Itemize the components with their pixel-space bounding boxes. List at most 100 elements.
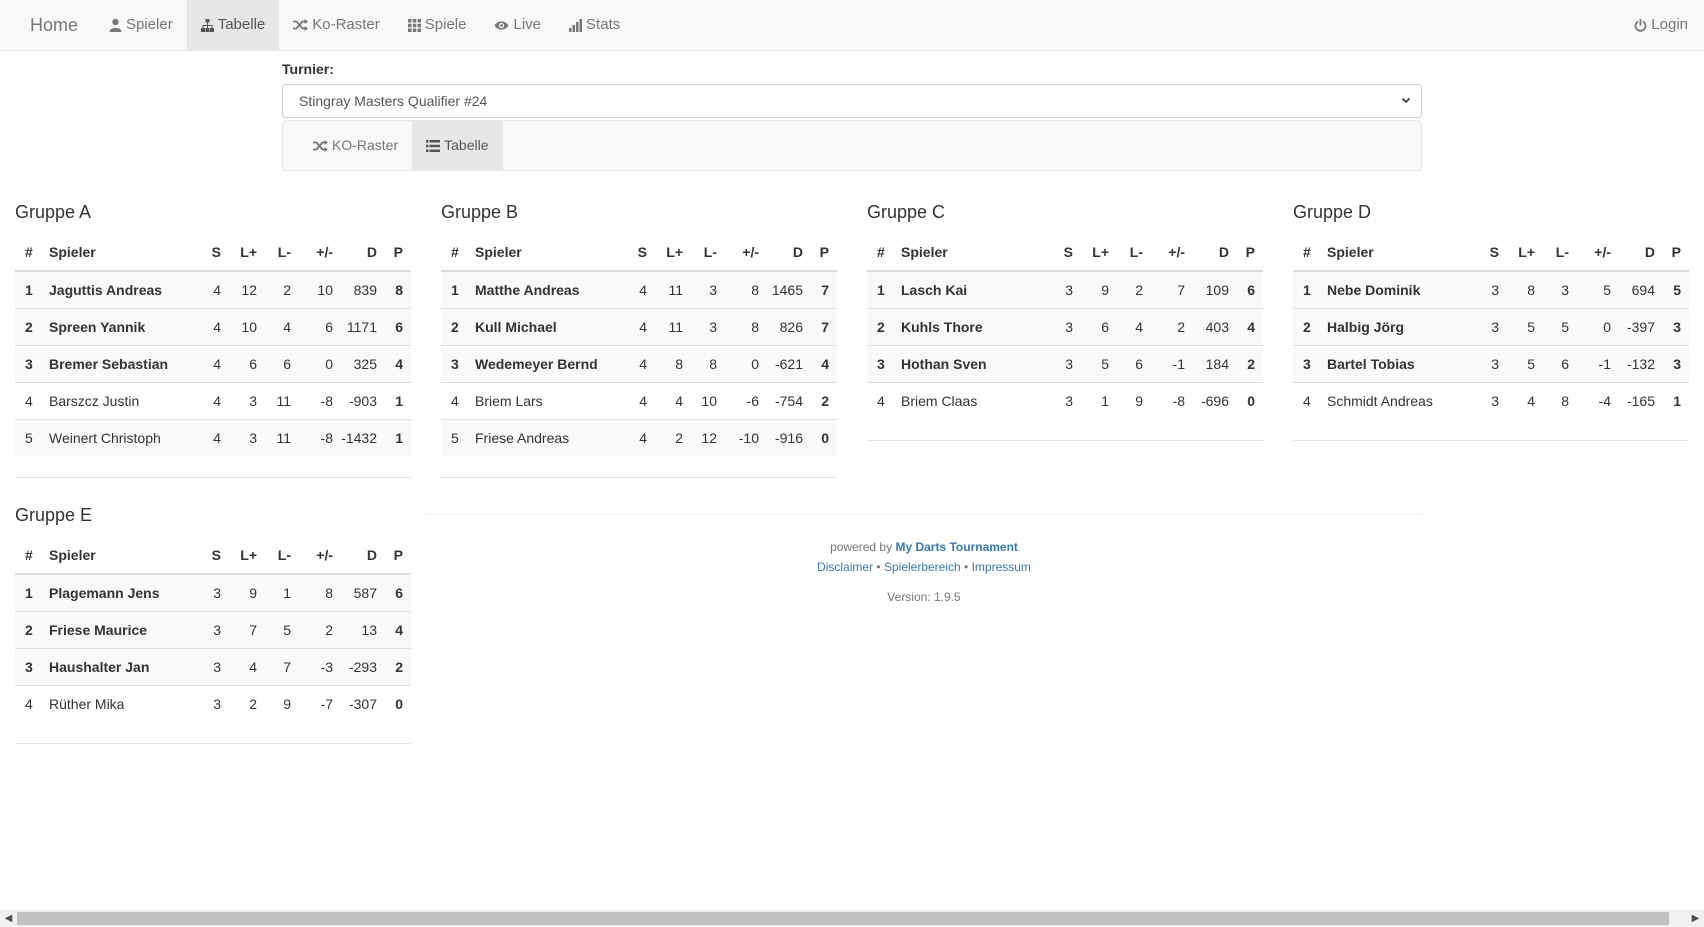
nav-item-tabelle[interactable]: Tabelle	[186, 0, 280, 50]
cell-diff: -1	[1577, 344, 1619, 382]
scroll-left-arrow-icon[interactable]: ◀	[0, 910, 17, 927]
list-icon	[426, 139, 441, 152]
cell-diff: -10	[725, 418, 767, 456]
tree-icon	[200, 18, 214, 32]
cell-name[interactable]: Jaguttis Andreas	[49, 270, 199, 308]
cell-p: 3	[1663, 307, 1689, 345]
cell-name[interactable]: Kuhls Thore	[901, 307, 1051, 345]
cell-s: 4	[625, 381, 655, 419]
cell-name[interactable]: Lasch Kai	[901, 270, 1051, 308]
tournament-selected-value: Stingray Masters Qualifier #24	[299, 93, 488, 109]
cell-s: 3	[1477, 307, 1507, 345]
column-header: P	[1237, 234, 1263, 272]
cell-d: -1432	[341, 418, 385, 456]
disclaimer-link[interactable]: Disclaimer	[817, 560, 873, 574]
cell-name[interactable]: Plagemann Jens	[49, 573, 199, 611]
cell-name[interactable]: Matthe Andreas	[475, 270, 625, 308]
cell-d: 184	[1193, 344, 1237, 382]
group-divider	[441, 477, 837, 478]
cell-s: 3	[1051, 344, 1081, 382]
cell-p: 4	[811, 344, 837, 382]
cell-rank: 2	[867, 307, 901, 345]
cell-p: 0	[811, 418, 837, 456]
cell-name[interactable]: Rüther Mika	[49, 684, 199, 722]
cell-diff: 8	[725, 307, 767, 345]
nav-home-link[interactable]: Home	[14, 0, 94, 50]
cell-name[interactable]: Bremer Sebastian	[49, 344, 199, 382]
table-row: 3 Bremer Sebastian 4 6 6 0 325 4	[15, 344, 411, 382]
cell-d: 13	[341, 610, 385, 648]
column-header: +/-	[1151, 234, 1193, 272]
cell-name[interactable]: Friese Maurice	[49, 610, 199, 648]
nav-item-live[interactable]: Live	[480, 0, 555, 50]
cell-rank: 4	[441, 381, 475, 419]
cell-name[interactable]: Weinert Christoph	[49, 418, 199, 456]
cell-name[interactable]: Briem Lars	[475, 381, 625, 419]
cell-rank: 4	[15, 684, 49, 722]
nav-item-spiele[interactable]: Spiele	[394, 0, 481, 50]
column-header: L-	[1117, 234, 1151, 272]
cell-name[interactable]: Hothan Sven	[901, 344, 1051, 382]
cell-name[interactable]: Haushalter Jan	[49, 647, 199, 685]
impressum-link[interactable]: Impressum	[972, 560, 1031, 574]
cell-s: 3	[1051, 307, 1081, 345]
cell-lp: 5	[1507, 307, 1543, 345]
nav-item-ko-raster[interactable]: Ko-Raster	[279, 0, 394, 50]
cell-diff: -4	[1577, 381, 1619, 419]
cell-diff: 8	[299, 573, 341, 611]
column-header: S	[199, 234, 229, 272]
table-row: 1 Lasch Kai 3 9 2 7 109 6	[867, 270, 1263, 308]
cell-name[interactable]: Briem Claas	[901, 381, 1051, 419]
column-header: P	[811, 234, 837, 272]
column-header: #	[15, 537, 49, 575]
cell-name[interactable]: Friese Andreas	[475, 418, 625, 456]
tab-label: KO-Raster	[332, 137, 399, 153]
cell-name[interactable]: Schmidt Andreas	[1327, 381, 1477, 419]
nav-item-stats[interactable]: Stats	[555, 0, 634, 50]
table-row: 3 Wedemeyer Bernd 4 8 8 0 -621 4	[441, 344, 837, 382]
spielerbereich-link[interactable]: Spielerbereich	[884, 560, 961, 574]
footer-separator: •	[876, 560, 881, 574]
cell-lp: 11	[655, 307, 691, 345]
table-row: 2 Kuhls Thore 3 6 4 2 403 4	[867, 307, 1263, 345]
group-b-panel: Gruppe B # Spieler S L+ L- +/- D P 1 Matthe Andrea…	[441, 200, 837, 478]
standings-table: # Spieler S L+ L- +/- D P 1 Matthe Andreas 4 11 3 8 14…	[441, 234, 837, 456]
group-title: Gruppe A	[15, 202, 92, 222]
table-row: 2 Kull Michael 4 11 3 8 826 7	[441, 307, 837, 345]
scrollbar-thumb[interactable]	[17, 912, 1669, 925]
column-header: #	[1293, 234, 1327, 272]
cell-rank: 2	[1293, 307, 1327, 345]
column-header: Spieler	[49, 537, 199, 575]
nav-item-label: Live	[513, 16, 542, 33]
cell-name[interactable]: Kull Michael	[475, 307, 625, 345]
cell-s: 3	[1477, 344, 1507, 382]
cell-name[interactable]: Spreen Yannik	[49, 307, 199, 345]
cell-s: 4	[625, 307, 655, 345]
tab-ko-raster[interactable]: KO-Raster	[299, 121, 412, 170]
login-label: Login	[1651, 16, 1688, 33]
cell-s: 3	[199, 610, 229, 648]
standings-table: # Spieler S L+ L- +/- D P 1 Plagemann Jens 3 9 1 8 587…	[15, 537, 411, 722]
table-header-row: # Spieler S L+ L- +/- D P	[15, 234, 411, 272]
cell-lm: 3	[691, 270, 725, 308]
cell-name[interactable]: Wedemeyer Bernd	[475, 344, 625, 382]
tab-tabelle[interactable]: Tabelle	[412, 121, 503, 170]
cell-name[interactable]: Bartel Tobias	[1327, 344, 1477, 382]
cell-diff: -8	[1151, 381, 1193, 419]
cell-name[interactable]: Halbig Jörg	[1327, 307, 1477, 345]
table-header-row: # Spieler S L+ L- +/- D P	[15, 537, 411, 575]
cell-d: -397	[1619, 307, 1663, 345]
tournament-select[interactable]: Stingray Masters Qualifier #24	[282, 84, 1422, 118]
shuffle-icon	[313, 139, 328, 152]
horizontal-scrollbar[interactable]: ◀ ▶	[0, 910, 1704, 927]
login-link[interactable]: Login	[1618, 0, 1704, 50]
cell-rank: 4	[867, 381, 901, 419]
my-darts-tournament-link[interactable]: My Darts Tournament	[895, 540, 1017, 554]
column-header: +/-	[725, 234, 767, 272]
cell-lm: 2	[265, 270, 299, 308]
column-header: Spieler	[901, 234, 1051, 272]
cell-name[interactable]: Nebe Dominik	[1327, 270, 1477, 308]
scroll-right-arrow-icon[interactable]: ▶	[1687, 910, 1704, 927]
cell-name[interactable]: Barszcz Justin	[49, 381, 199, 419]
nav-item-spieler[interactable]: Spieler	[95, 0, 187, 50]
